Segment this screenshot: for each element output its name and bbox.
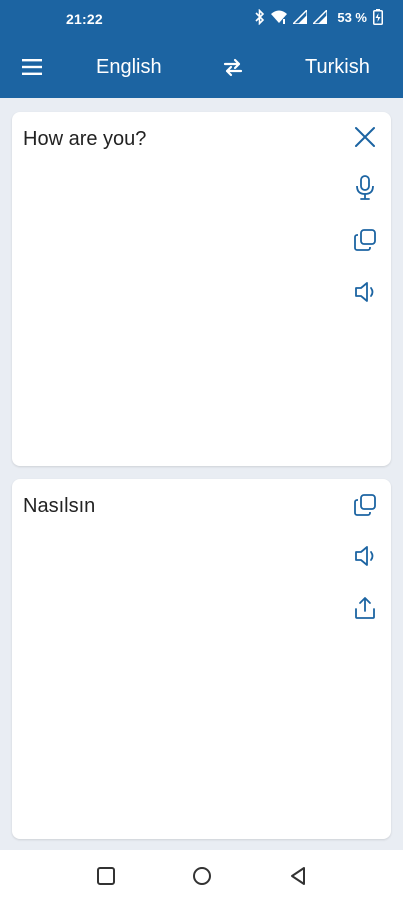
status-bar: 21:22 53 % [0, 0, 403, 36]
input-card: How are you? [12, 112, 391, 466]
copy-icon[interactable] [351, 491, 379, 519]
battery-text: 53 % [337, 9, 367, 25]
battery-icon [373, 9, 383, 25]
wifi-icon [271, 10, 288, 24]
source-language-button[interactable]: English [96, 56, 162, 79]
recents-square-icon[interactable] [96, 866, 116, 886]
output-card: Nasılsın [12, 479, 391, 839]
status-time: 21:22 [66, 11, 103, 27]
bluetooth-icon [255, 9, 265, 25]
signal-icon [313, 10, 328, 24]
hamburger-menu-icon[interactable] [20, 56, 44, 78]
status-icons: 53 % [255, 9, 383, 25]
system-nav-bar [0, 850, 403, 900]
output-text: Nasılsın [23, 495, 96, 517]
app-toolbar: English Turkish [0, 36, 403, 98]
speaker-icon[interactable] [351, 278, 379, 306]
copy-icon[interactable] [351, 226, 379, 254]
home-circle-icon[interactable] [192, 866, 212, 886]
close-icon[interactable] [351, 123, 379, 151]
share-icon[interactable] [351, 594, 379, 622]
speaker-icon[interactable] [351, 542, 379, 570]
signal-icon [293, 10, 308, 24]
back-triangle-icon[interactable] [288, 866, 308, 886]
target-language-button[interactable]: Turkish [305, 56, 370, 79]
swap-arrows-icon[interactable] [221, 55, 245, 79]
input-text[interactable]: How are you? [23, 128, 146, 151]
microphone-icon[interactable] [351, 174, 379, 202]
